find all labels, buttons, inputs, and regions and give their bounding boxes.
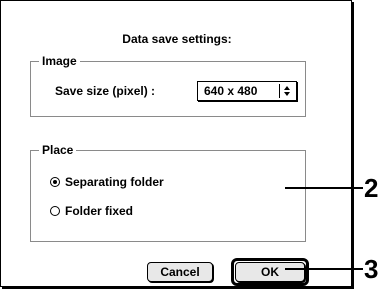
place-group: Place [30, 142, 306, 242]
radio-folder-fixed-label: Folder fixed [65, 204, 134, 218]
radio-selected-icon [50, 177, 60, 187]
image-group-label: Image [39, 53, 80, 69]
save-size-select[interactable]: 640 x 480 [197, 81, 297, 101]
radio-unselected-icon [50, 206, 60, 216]
data-save-settings-dialog: Data save settings: Image Save size (pix… [0, 0, 352, 287]
ok-button[interactable]: OK [235, 262, 305, 282]
callout-leader-ok [285, 268, 363, 270]
dialog-title: Data save settings: [122, 32, 232, 46]
callout-number-ok: 3 [364, 254, 379, 284]
callout-number-place: 2 [364, 173, 379, 203]
callout-leader-place [285, 187, 363, 189]
radio-folder-fixed[interactable]: Folder fixed [50, 204, 133, 218]
cancel-button[interactable]: Cancel [147, 262, 213, 282]
select-arrows-icon [279, 84, 294, 98]
radio-separating-folder[interactable]: Separating folder [50, 175, 164, 189]
place-group-label: Place [39, 142, 77, 158]
radio-separating-folder-label: Separating folder [65, 175, 164, 189]
save-size-value: 640 x 480 [204, 84, 258, 98]
save-size-label: Save size (pixel) : [55, 84, 156, 98]
